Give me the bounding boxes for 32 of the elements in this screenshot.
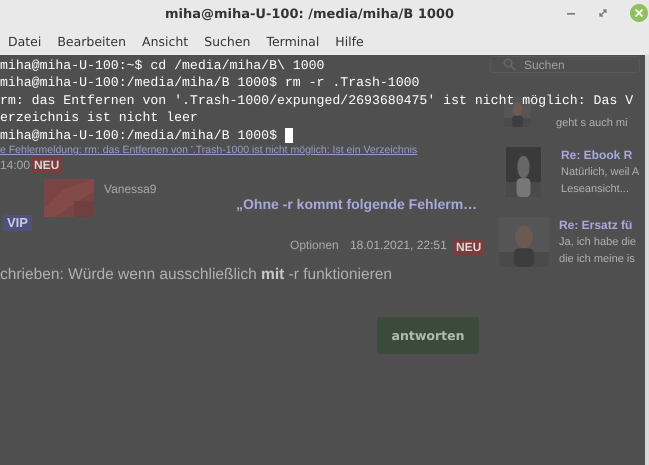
menu-item[interactable]: Hilfe (335, 34, 364, 49)
terminal-line: rm: das Entfernen von '.Trash-1000/expunged/2693680475' ist nicht möglich: Das V (0, 92, 634, 110)
reply-button[interactable]: antworten (377, 317, 479, 354)
terminal-line: miha@miha-U-100:/media/miha/B 1000$ rm -r .Trash-1000 (0, 74, 420, 92)
window-title: miha@miha-U-100: /media/miha/B 1000 (164, 6, 454, 22)
menu-item[interactable]: Terminal (266, 34, 320, 49)
post-text: chrieben: Würde wenn ausschließlich mit -r funktionieren (0, 266, 392, 284)
thread-snippet: die ich meine is (559, 252, 636, 266)
rank-badge: VIP (3, 215, 32, 231)
thread-title[interactable]: Re: Ersatz fü (559, 217, 636, 234)
thread-snippet: Natürlich, weil A (561, 165, 640, 180)
post-title: „Ohne -r kommt folgende Fehlerm… (236, 196, 478, 212)
menu-item[interactable]: Ansicht (142, 34, 188, 49)
author-name: Vanessa9 (104, 182, 156, 196)
terminal-line: miha@miha-U-100:~$ cd /media/miha/B\ 1000 (0, 57, 324, 74)
terminal-line: erzeichnis ist nicht leer (0, 109, 198, 127)
new-badge: NEU (31, 157, 62, 173)
menu-item[interactable]: Suchen (204, 34, 250, 49)
terminal-line: miha@miha-U-100:/media/miha/B 1000$ (0, 126, 278, 144)
post-date: 18.01.2021, 22:51 (350, 238, 447, 252)
menu-item[interactable]: Datei (8, 34, 42, 49)
thread-snippet: Leseansicht... (561, 182, 630, 196)
thread-snippet: geht s auch mi (556, 116, 628, 130)
post-time: 14:00 (0, 158, 30, 172)
search-icon (503, 58, 516, 71)
menu-item[interactable]: Bearbeiten (57, 34, 126, 49)
close-icon[interactable] (630, 4, 648, 22)
thread-snippet: Ja, ich habe die (559, 235, 636, 250)
scrollbar[interactable] (645, 55, 649, 465)
new-badge: NEU (453, 239, 484, 255)
restore-icon[interactable] (598, 8, 608, 18)
thread-title[interactable]: Re: Ebook R (561, 147, 640, 164)
